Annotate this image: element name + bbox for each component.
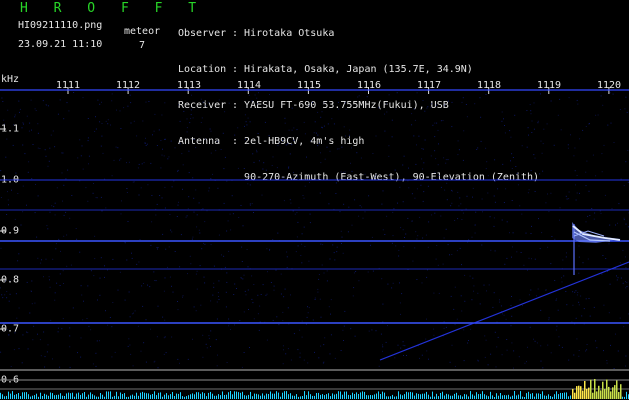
drifting-signal	[379, 261, 629, 361]
spectrogram-plot	[0, 87, 629, 399]
meteor-echo	[572, 222, 621, 243]
audio-spectrum	[0, 391, 629, 399]
noise-texture	[0, 92, 629, 369]
tick-marks	[0, 87, 610, 381]
